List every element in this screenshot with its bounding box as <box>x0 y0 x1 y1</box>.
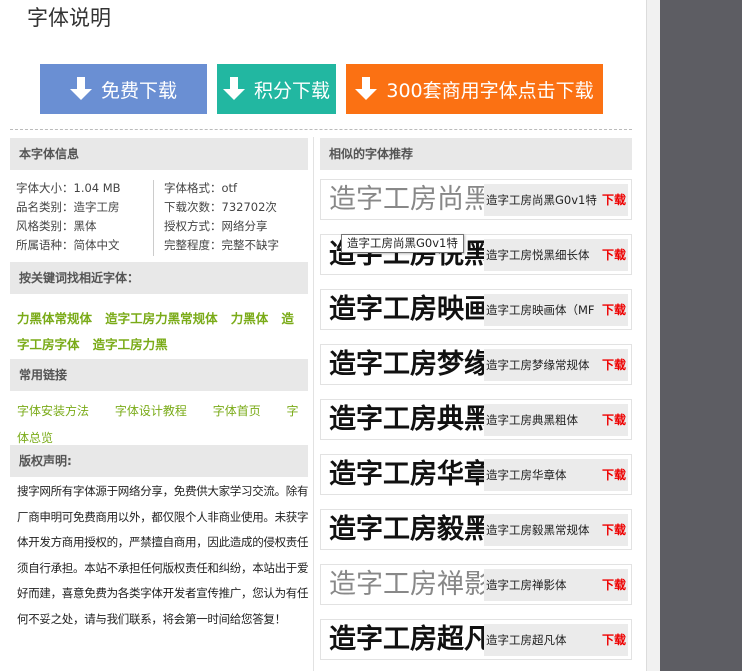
download-link[interactable]: 下载 <box>599 239 626 271</box>
common-links-heading: 常用链接 <box>10 359 308 391</box>
download-arrow-icon <box>222 77 245 101</box>
font-preview: 造字工房华章 <box>329 459 485 490</box>
download-link[interactable]: 下载 <box>599 624 626 656</box>
info-language: 所属语种：简体中文 <box>16 238 120 252</box>
download-arrow-icon <box>355 77 378 101</box>
font-info-heading: 本字体信息 <box>10 138 308 170</box>
similar-font-item[interactable]: 造字工房映画常规体 造字工房映画体（MF 下载 <box>320 289 632 330</box>
download-link[interactable]: 下载 <box>599 294 626 326</box>
points-download-label: 积分下载 <box>253 79 330 102</box>
font-preview: 造字工房毅黑 <box>329 514 485 545</box>
font-preview: 造字工房映画常规体 <box>329 294 485 325</box>
similar-font-item[interactable]: 造字工房禅影体 造字工房禅影体 下载 <box>320 564 632 605</box>
info-separator <box>153 180 154 256</box>
download-link[interactable]: 下载 <box>599 349 626 381</box>
page-title: 字体说明 <box>27 6 111 30</box>
dashed-divider <box>10 129 632 130</box>
info-downloads: 下载次数：732702次 <box>164 200 277 214</box>
free-download-button[interactable]: 免费下载 <box>40 64 207 114</box>
column-divider <box>313 137 314 671</box>
info-completeness: 完整程度：完整不缺字 <box>164 238 279 252</box>
keywords-heading: 按关键词找相近字体： <box>10 262 308 294</box>
dark-side-panel <box>660 0 742 671</box>
info-style: 风格类别：黑体 <box>16 219 97 233</box>
similar-font-item[interactable]: 造字工房梦缘常 造字工房梦缘常规体 下载 <box>320 344 632 385</box>
scrollbar-track[interactable] <box>646 0 660 671</box>
keyword-link[interactable]: 造字工房力黑 <box>93 337 168 352</box>
design-tutorial-link[interactable]: 字体设计教程 <box>115 404 187 418</box>
free-download-label: 免费下载 <box>100 79 177 102</box>
similar-fonts-heading: 相似的字体推荐 <box>320 138 632 170</box>
keyword-link[interactable]: 力黑体 <box>231 311 269 326</box>
keyword-list: 力黑体常规体 造字工房力黑常规体 力黑体 造字工房字体 造字工房力黑 <box>17 305 303 357</box>
similar-font-item[interactable]: 造字工房超凡 造字工房超凡体 下载 <box>320 619 632 660</box>
font-detail-page: 字体说明 免费下载 积分下载 300套商用字体点击下载 本字体信息 字体大小：1… <box>0 0 646 671</box>
info-size: 字体大小：1.04 MB <box>16 181 121 195</box>
font-name-tooltip: 造字工房尚黑G0v1特 <box>341 234 464 253</box>
keyword-link[interactable]: 力黑体常规体 <box>17 311 92 326</box>
font-preview: 造字工房尚黑G0v1特 <box>329 184 485 215</box>
similar-font-item[interactable]: 造字工房典黑 造字工房典黑粗体 下载 <box>320 399 632 440</box>
install-guide-link[interactable]: 字体安装方法 <box>17 404 89 418</box>
font-preview: 造字工房典黑 <box>329 404 485 435</box>
download-arrow-icon <box>69 77 92 101</box>
download-link[interactable]: 下载 <box>599 459 626 491</box>
font-preview: 造字工房梦缘常 <box>329 349 485 380</box>
similar-font-item[interactable]: 造字工房尚黑G0v1特 造字工房尚黑G0v1特 下载 <box>320 179 632 220</box>
copyright-heading: 版权声明: <box>10 445 308 477</box>
info-brand: 品名类别：造字工房 <box>16 200 120 214</box>
info-license: 授权方式：网络分享 <box>164 219 268 233</box>
common-links-list: 字体安装方法 字体设计教程 字体首页 字体总览 <box>17 398 303 452</box>
download-link[interactable]: 下载 <box>599 514 626 546</box>
similar-font-item[interactable]: 造字工房华章 造字工房华章体 下载 <box>320 454 632 495</box>
info-format: 字体格式：otf <box>164 181 238 195</box>
font-home-link[interactable]: 字体首页 <box>213 404 261 418</box>
commercial-fonts-download-button[interactable]: 300套商用字体点击下载 <box>346 64 603 114</box>
font-preview: 造字工房禅影体 <box>329 569 485 600</box>
download-link[interactable]: 下载 <box>599 184 626 216</box>
similar-font-item[interactable]: 造字工房毅黑 造字工房毅黑常规体 下载 <box>320 509 632 550</box>
keyword-link[interactable]: 造字工房力黑常规体 <box>105 311 218 326</box>
download-link[interactable]: 下载 <box>599 404 626 436</box>
download-link[interactable]: 下载 <box>599 569 626 601</box>
commercial-download-label: 300套商用字体点击下载 <box>386 79 594 102</box>
font-preview: 造字工房超凡 <box>329 624 485 655</box>
copyright-text: 搜字网所有字体源于网络分享，免费供大家学习交流。除有厂商申明可免费商用以外，都仅… <box>17 484 309 626</box>
points-download-button[interactable]: 积分下载 <box>217 64 336 114</box>
